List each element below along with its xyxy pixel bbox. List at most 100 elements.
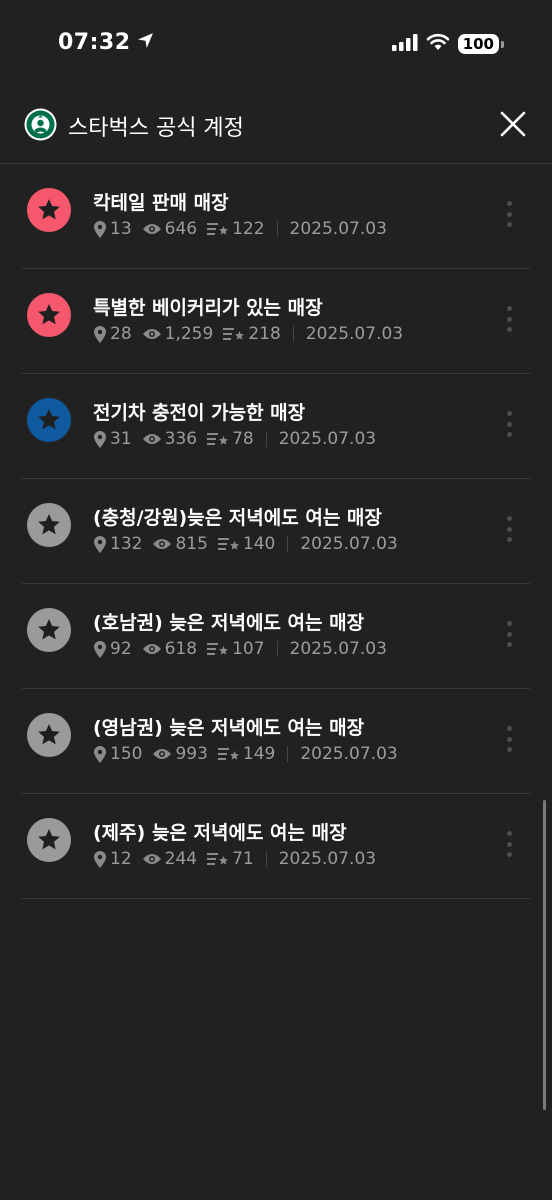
place-count-value: 12 xyxy=(110,849,132,869)
place-count: 92 xyxy=(93,639,132,659)
save-count: 71 xyxy=(207,849,254,869)
list-item-date: 2025.07.03 xyxy=(305,324,404,344)
page-title: 스타벅스 공식 계정 xyxy=(68,116,244,141)
place-icon xyxy=(93,640,110,658)
place-icon xyxy=(93,745,110,763)
place-count-value: 150 xyxy=(110,744,143,764)
save-count: 122 xyxy=(207,219,265,239)
view-count-value: 993 xyxy=(175,744,208,764)
list-item-date: 2025.07.03 xyxy=(278,429,377,449)
divider xyxy=(287,746,289,762)
star-icon xyxy=(27,503,71,547)
more-options-icon[interactable] xyxy=(504,411,514,437)
view-count: 1,259 xyxy=(142,324,214,344)
more-options-icon[interactable] xyxy=(504,726,514,752)
list-item[interactable]: 특별한 베이커리가 있는 매장 28 1,259 218 2025.07.03 xyxy=(22,269,530,374)
view-icon xyxy=(152,747,175,761)
more-options-icon[interactable] xyxy=(504,201,514,227)
save-count: 149 xyxy=(217,744,275,764)
battery-tip xyxy=(501,40,504,48)
place-icon xyxy=(93,325,110,343)
place-count-value: 31 xyxy=(110,429,132,449)
place-count: 31 xyxy=(93,429,132,449)
divider xyxy=(265,431,267,447)
divider xyxy=(292,326,294,342)
list-item-title: (호남권) 늦은 저녁에도 여는 매장 xyxy=(93,612,365,634)
place-count-value: 132 xyxy=(110,534,143,554)
list-item-meta: 28 1,259 218 2025.07.03 xyxy=(93,324,403,344)
list-item-title: 칵테일 판매 매장 xyxy=(93,192,229,214)
list-item-title: (충청/강원)늦은 저녁에도 여는 매장 xyxy=(93,507,382,529)
place-count-value: 92 xyxy=(110,639,132,659)
view-icon xyxy=(152,537,175,551)
star-icon xyxy=(27,398,71,442)
view-count-value: 618 xyxy=(164,639,198,659)
save-icon xyxy=(217,747,243,761)
status-bar: 07:32 100 xyxy=(0,0,552,90)
pin-icon xyxy=(94,220,106,238)
more-options-icon[interactable] xyxy=(504,621,514,647)
list-item-meta: 132 815 140 2025.07.03 xyxy=(93,534,398,554)
more-options-icon[interactable] xyxy=(504,831,514,857)
save-icon xyxy=(217,537,243,551)
list-item-date: 2025.07.03 xyxy=(300,744,398,764)
eye-icon xyxy=(142,434,161,444)
place-count: 12 xyxy=(93,849,132,869)
eye-icon xyxy=(142,644,161,654)
view-count: 815 xyxy=(152,534,208,554)
view-icon xyxy=(142,222,165,236)
wifi-icon xyxy=(426,33,450,55)
place-count: 28 xyxy=(93,324,132,344)
scrollbar[interactable] xyxy=(543,800,546,1110)
list-star-icon xyxy=(217,748,239,760)
pin-icon xyxy=(94,640,106,658)
place-count: 13 xyxy=(93,219,132,239)
pin-icon xyxy=(94,745,106,763)
list-star-icon xyxy=(207,853,229,865)
view-count-value: 244 xyxy=(164,849,198,869)
battery-icon: 100 xyxy=(457,34,504,54)
list-item[interactable]: 전기차 충전이 가능한 매장 31 336 78 2025.07.03 xyxy=(22,374,530,479)
view-icon xyxy=(142,852,165,866)
list-item-date: 2025.07.03 xyxy=(300,534,398,554)
list-item[interactable]: (제주) 늦은 저녁에도 여는 매장 12 244 71 2025.07.03 xyxy=(22,794,530,899)
list-item-meta: 13 646 122 2025.07.03 xyxy=(93,219,387,239)
eye-icon xyxy=(153,539,172,549)
save-count: 78 xyxy=(207,429,254,449)
list-item[interactable]: (충청/강원)늦은 저녁에도 여는 매장 132 815 140 2025.07.03 xyxy=(22,479,530,584)
list-item-date: 2025.07.03 xyxy=(278,849,377,869)
more-options-icon[interactable] xyxy=(504,306,514,332)
list-item[interactable]: (호남권) 늦은 저녁에도 여는 매장 92 618 107 2025.07.03 xyxy=(22,584,530,689)
more-options-icon[interactable] xyxy=(504,516,514,542)
save-count-value: 140 xyxy=(242,534,276,554)
save-count: 140 xyxy=(217,534,276,554)
list-item[interactable]: (영남권) 늦은 저녁에도 여는 매장 150 993 149 2025.07.03 xyxy=(22,689,530,794)
list-item-date: 2025.07.03 xyxy=(289,639,387,659)
place-icon xyxy=(93,220,110,238)
location-arrow-icon xyxy=(137,30,154,55)
view-count: 993 xyxy=(152,744,208,764)
place-icon xyxy=(93,535,110,553)
star-icon xyxy=(27,713,71,757)
view-icon xyxy=(142,432,165,446)
list-item[interactable]: 칵테일 판매 매장 13 646 122 2025.07.03 xyxy=(22,164,530,269)
view-icon xyxy=(142,327,165,341)
list-item-title: (영남권) 늦은 저녁에도 여는 매장 xyxy=(93,717,365,739)
star-icon xyxy=(27,608,71,652)
view-count-value: 1,259 xyxy=(164,324,214,344)
list-star-icon xyxy=(207,433,229,445)
place-icon xyxy=(93,850,110,868)
close-button[interactable] xyxy=(498,109,528,139)
starbucks-logo-icon xyxy=(24,108,57,141)
save-icon xyxy=(207,222,232,236)
place-count: 132 xyxy=(93,534,142,554)
divider xyxy=(276,221,278,237)
star-icon xyxy=(27,818,71,862)
save-count-value: 122 xyxy=(232,219,265,239)
header: 스타벅스 공식 계정 xyxy=(0,90,552,164)
view-icon xyxy=(142,642,165,656)
eye-icon xyxy=(142,329,161,339)
divider xyxy=(265,851,267,867)
view-count-value: 646 xyxy=(164,219,198,239)
list-item-meta: 150 993 149 2025.07.03 xyxy=(93,744,398,764)
